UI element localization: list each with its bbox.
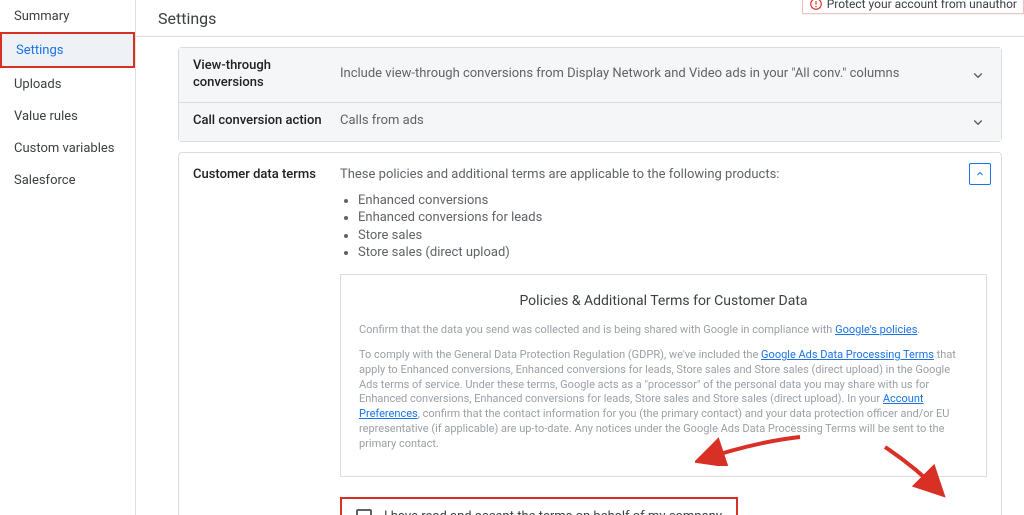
list-item: Enhanced conversions [358, 192, 987, 210]
chevron-down-icon [969, 113, 987, 131]
policies-paragraph-1: Confirm that the data you send was colle… [359, 323, 968, 338]
card-intro: These policies and additional terms are … [340, 167, 987, 182]
row-label: View-through conversions [193, 58, 340, 92]
sidebar-item-uploads[interactable]: Uploads [0, 68, 135, 100]
policies-paragraph-2: To comply with the General Data Protecti… [359, 348, 968, 452]
accept-terms-checkbox[interactable] [356, 509, 372, 515]
collapse-toggle[interactable] [969, 163, 991, 185]
google-policies-link[interactable]: Google's policies [835, 323, 917, 336]
row-label: Call conversion action [193, 113, 340, 130]
accept-terms-row: I have read and accept the terms on beha… [340, 497, 738, 515]
row-value: Calls from ads [340, 113, 969, 130]
sidebar-item-summary[interactable]: Summary [0, 0, 135, 32]
list-item: Enhanced conversions for leads [358, 209, 987, 227]
sidebar-item-custom-variables[interactable]: Custom variables [0, 132, 135, 164]
data-processing-terms-link[interactable]: Google Ads Data Processing Terms [761, 348, 934, 361]
list-item: Store sales [358, 227, 987, 245]
page-title: Settings [158, 9, 216, 28]
card-label: Customer data terms [193, 167, 340, 515]
row-view-through-conversions[interactable]: View-through conversions Include view-th… [179, 48, 1001, 103]
list-item: Store sales (direct upload) [358, 244, 987, 262]
policies-title: Policies & Additional Terms for Customer… [359, 293, 968, 309]
accept-terms-label: I have read and accept the terms on beha… [384, 509, 722, 515]
chevron-up-icon [974, 168, 986, 180]
alert-icon [809, 0, 823, 11]
policies-box: Policies & Additional Terms for Customer… [340, 274, 987, 477]
products-list: Enhanced conversionsEnhanced conversions… [340, 192, 987, 262]
chevron-down-icon [969, 66, 987, 84]
account-warning-chip[interactable]: Protect your account from unauthor [802, 0, 1024, 14]
sidebar-item-salesforce[interactable]: Salesforce [0, 164, 135, 196]
row-call-conversion-action[interactable]: Call conversion action Calls from ads [179, 103, 1001, 141]
settings-summary-panel: View-through conversions Include view-th… [178, 47, 1002, 142]
customer-data-terms-card: Customer data terms These policies and a… [178, 152, 1002, 515]
row-value: Include view-through conversions from Di… [340, 66, 969, 83]
sidebar-item-settings[interactable]: Settings [0, 32, 135, 68]
sidebar-item-value-rules[interactable]: Value rules [0, 100, 135, 132]
